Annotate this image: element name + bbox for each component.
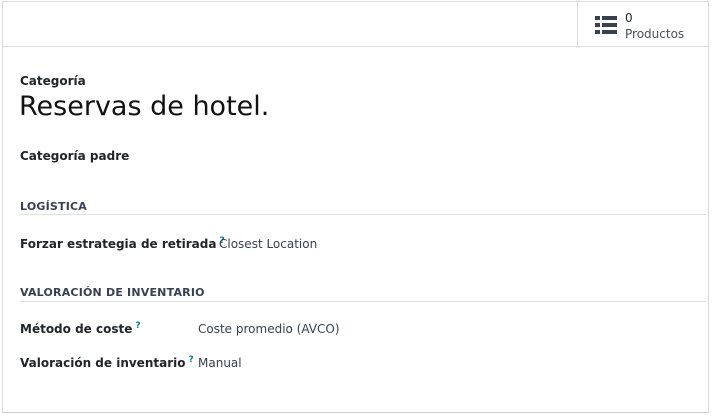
products-stat-button[interactable]: 0 Productos xyxy=(577,2,708,46)
removal-strategy-label-text: Forzar estrategia de retirada xyxy=(20,237,217,251)
inventory-valuation-value[interactable]: Manual xyxy=(198,356,242,370)
cost-method-help-icon[interactable]: ? xyxy=(135,321,140,331)
valuation-section-title: VALORACIÓN DE INVENTARIO xyxy=(20,286,205,299)
cost-method-value[interactable]: Coste promedio (AVCO) xyxy=(198,322,340,336)
products-label: Productos xyxy=(625,27,685,41)
valuation-divider xyxy=(20,301,706,302)
logistics-divider xyxy=(20,214,706,215)
inventory-valuation-label-text: Valoración de inventario xyxy=(20,356,186,370)
parent-category-label: Categoría padre xyxy=(20,149,130,163)
button-box: 0 Productos xyxy=(3,2,708,47)
record-name[interactable]: Reservas de hotel. xyxy=(19,91,269,122)
logistics-section-title: LOGÍSTICA xyxy=(20,200,87,213)
removal-strategy-label: Forzar estrategia de retirada? xyxy=(20,236,225,251)
cost-method-label: Método de coste? xyxy=(20,321,141,336)
products-count: 0 xyxy=(625,11,633,25)
inventory-valuation-label: Valoración de inventario? xyxy=(20,355,194,370)
removal-strategy-value[interactable]: Closest Location xyxy=(219,237,317,251)
list-icon xyxy=(595,16,617,34)
category-label: Categoría xyxy=(20,74,86,88)
cost-method-label-text: Método de coste xyxy=(20,322,133,336)
inventory-valuation-help-icon[interactable]: ? xyxy=(188,355,193,365)
form-sheet: 0 Productos Categoría Reservas de hotel.… xyxy=(2,1,709,413)
